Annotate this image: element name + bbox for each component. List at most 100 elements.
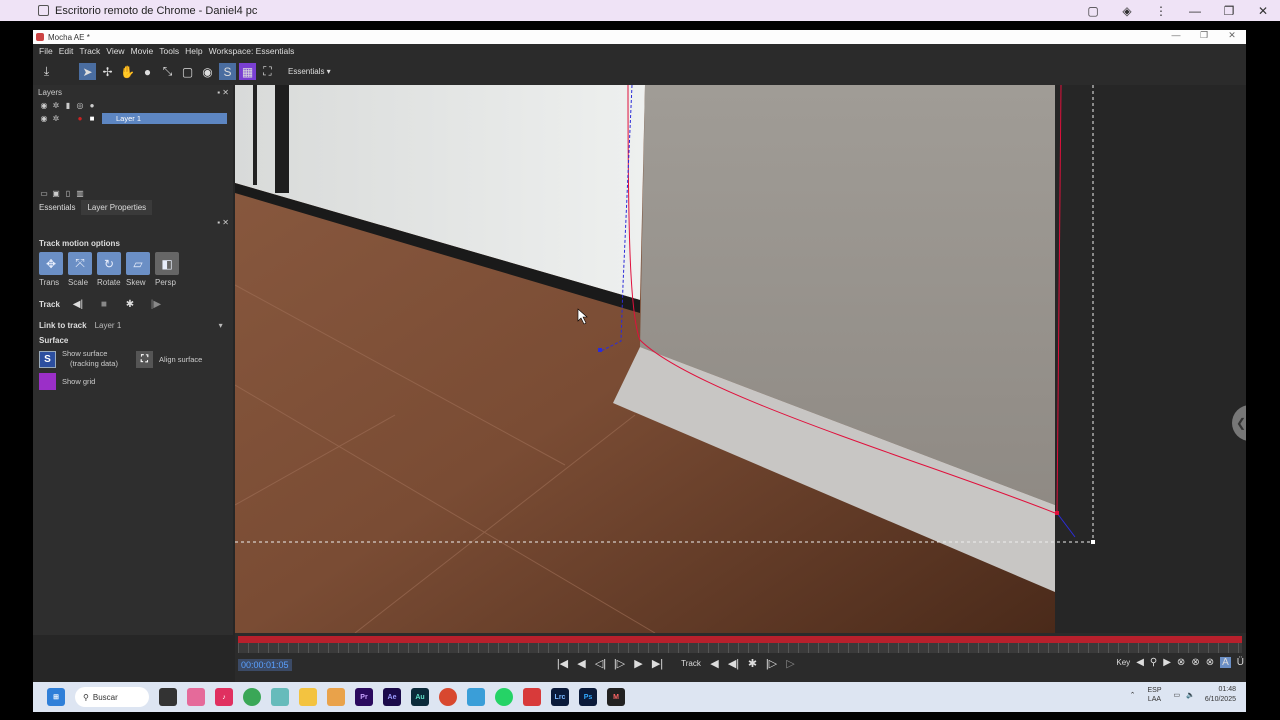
align-icon[interactable]: ⛶ bbox=[259, 63, 276, 80]
rect-tool-icon[interactable]: ▢ bbox=[179, 63, 196, 80]
timeline-range-bar[interactable] bbox=[238, 636, 1242, 643]
menu-help[interactable]: Help bbox=[185, 46, 202, 56]
lightroom-icon[interactable]: Lrc bbox=[551, 688, 569, 706]
clipboard-icon[interactable]: ▢ bbox=[1076, 4, 1110, 18]
layer-name[interactable]: Layer 1 bbox=[102, 113, 227, 124]
perspective-toggle-icon[interactable]: ◧ bbox=[155, 252, 179, 275]
speaker-icon[interactable]: 🔈 bbox=[1186, 691, 1195, 699]
matte-icon[interactable]: ◎ bbox=[74, 101, 86, 110]
color-icon[interactable]: ● bbox=[86, 101, 98, 110]
photoshop-icon[interactable]: Ps bbox=[579, 688, 597, 706]
step-forward-icon[interactable]: |▷ bbox=[610, 657, 629, 670]
chevron-up-icon[interactable]: ⌃ bbox=[1130, 691, 1136, 699]
prev-frame-icon[interactable]: ◀ bbox=[572, 657, 591, 670]
app-icon-2[interactable] bbox=[271, 688, 289, 706]
app-close-button[interactable]: ✕ bbox=[1218, 30, 1246, 41]
control-point[interactable] bbox=[1055, 511, 1059, 515]
stop-icon[interactable]: ■ bbox=[96, 299, 112, 310]
visibility-icon[interactable]: ◉ bbox=[38, 114, 50, 123]
ellipse-tool-icon[interactable]: ◉ bbox=[199, 63, 216, 80]
clip-viewer[interactable]: ❮ bbox=[235, 85, 1246, 633]
app-restore-button[interactable]: ❐ bbox=[1190, 30, 1218, 41]
add-key-icon[interactable]: ⚲ bbox=[1150, 657, 1157, 668]
minimize-button[interactable]: — bbox=[1178, 4, 1212, 18]
track-both-icon[interactable]: ✱ bbox=[122, 299, 138, 310]
chrome-icon-2[interactable] bbox=[439, 688, 457, 706]
grid-icon[interactable]: ▦ bbox=[239, 63, 256, 80]
lock-icon[interactable]: ▮ bbox=[62, 101, 74, 110]
show-grid-icon[interactable] bbox=[39, 373, 56, 390]
panel-close-icon[interactable]: ▪ ✕ bbox=[217, 88, 229, 97]
delete-all-keys-icon[interactable]: ⊗ bbox=[1191, 657, 1199, 668]
premiere-icon[interactable]: Pr bbox=[355, 688, 373, 706]
app-minimize-button[interactable]: — bbox=[1162, 30, 1190, 41]
menu-movie[interactable]: Movie bbox=[131, 46, 154, 56]
track-back-frame-icon[interactable]: ◀| bbox=[724, 657, 743, 670]
clock[interactable]: 01:48 6/10/2025 bbox=[1205, 685, 1236, 705]
menu-workspace[interactable]: Workspace: Essentials bbox=[209, 46, 295, 56]
play-backward-icon[interactable]: ◁| bbox=[591, 657, 610, 670]
track-forward-icon[interactable]: |▶ bbox=[148, 299, 164, 310]
folder-icon[interactable] bbox=[299, 688, 317, 706]
skew-toggle-icon[interactable]: ▱ bbox=[126, 252, 150, 275]
save-icon[interactable]: ⤓ bbox=[38, 63, 55, 80]
scale-toggle-icon[interactable]: ⤧ bbox=[68, 252, 92, 275]
track-fwd-frame-icon[interactable]: |▷ bbox=[762, 657, 781, 670]
autokey-icon[interactable]: A bbox=[1220, 657, 1231, 668]
app-icon-3[interactable] bbox=[327, 688, 345, 706]
audition-icon[interactable]: Au bbox=[411, 688, 429, 706]
transform-tool-icon[interactable]: ⤡ bbox=[159, 63, 176, 80]
gear-icon[interactable]: ✲ bbox=[50, 101, 62, 110]
play-forward-icon[interactable]: ▶ bbox=[629, 657, 648, 670]
select-tool-icon[interactable]: ➤ bbox=[79, 63, 96, 80]
translation-toggle-icon[interactable]: ✥ bbox=[39, 252, 63, 275]
panel-close-icon[interactable]: ▪ ✕ bbox=[217, 218, 229, 227]
rotate-toggle-icon[interactable]: ↻ bbox=[97, 252, 121, 275]
taskbar-search[interactable]: ⚲ Buscar bbox=[75, 687, 149, 707]
surface-icon[interactable]: S bbox=[219, 63, 236, 80]
app-icon-1[interactable] bbox=[187, 688, 205, 706]
restore-button[interactable]: ❐ bbox=[1212, 4, 1246, 18]
align-surface-icon[interactable]: ⛶ bbox=[136, 350, 153, 368]
gear-icon[interactable]: ✲ bbox=[50, 114, 62, 123]
windows-start-icon[interactable]: ⊞ bbox=[47, 688, 65, 706]
record-icon[interactable]: ● bbox=[74, 114, 86, 123]
track-backward-icon[interactable]: ◀ bbox=[705, 657, 724, 670]
menu-view[interactable]: View bbox=[106, 46, 124, 56]
hand-tool-icon[interactable]: ✋ bbox=[119, 63, 136, 80]
show-surface-icon[interactable]: S bbox=[39, 350, 56, 368]
go-to-start-icon[interactable]: |◀ bbox=[553, 657, 572, 670]
link-to-track-select[interactable]: Layer 1 ▾ bbox=[95, 321, 223, 330]
visibility-icon[interactable]: ◉ bbox=[38, 101, 50, 110]
menu-tools[interactable]: Tools bbox=[159, 46, 179, 56]
layer-color-swatch[interactable]: ■ bbox=[86, 114, 98, 123]
tab-layer-properties[interactable]: Layer Properties bbox=[81, 200, 153, 215]
new-folder-icon[interactable]: ▭ bbox=[38, 189, 50, 198]
after-effects-icon[interactable]: Ae bbox=[383, 688, 401, 706]
whatsapp-icon[interactable] bbox=[495, 688, 513, 706]
timeline-ruler[interactable] bbox=[238, 643, 1242, 653]
mocha-taskbar-icon[interactable]: M bbox=[607, 688, 625, 706]
new-layer-icon[interactable]: ▣ bbox=[50, 189, 62, 198]
track-forward-icon[interactable]: ▷ bbox=[781, 657, 800, 670]
more-menu-icon[interactable]: ⋮ bbox=[1144, 4, 1178, 18]
track-both-icon[interactable]: ✱ bbox=[743, 657, 762, 670]
duplicate-icon[interactable]: ▯ bbox=[62, 189, 74, 198]
layer-row[interactable]: ◉ ✲ ● ■ Layer 1 bbox=[33, 112, 233, 125]
go-to-end-icon[interactable]: ▶| bbox=[648, 657, 667, 670]
workspace-select[interactable]: Essentials ▾ bbox=[288, 67, 331, 76]
select-points-icon[interactable]: ✢ bbox=[99, 63, 116, 80]
delete-key-icon[interactable]: ⊗ bbox=[1177, 657, 1185, 668]
app-icon-5[interactable] bbox=[523, 688, 541, 706]
zoom-tool-icon[interactable]: ● bbox=[139, 63, 156, 80]
app-icon-4[interactable] bbox=[467, 688, 485, 706]
timecode-display[interactable]: 00:00:01:05 bbox=[238, 659, 292, 671]
surface-corner-handle[interactable] bbox=[1091, 540, 1095, 544]
extension-icon[interactable]: ◈ bbox=[1110, 4, 1144, 18]
tiktok-icon[interactable]: ♪ bbox=[215, 688, 233, 706]
prev-key-icon[interactable]: ◀ bbox=[1136, 657, 1144, 668]
u-icon[interactable]: Ü bbox=[1237, 657, 1244, 668]
track-backward-icon[interactable]: ◀| bbox=[70, 299, 86, 310]
trash-icon[interactable]: ▥ bbox=[74, 189, 86, 198]
menu-track[interactable]: Track bbox=[79, 46, 100, 56]
